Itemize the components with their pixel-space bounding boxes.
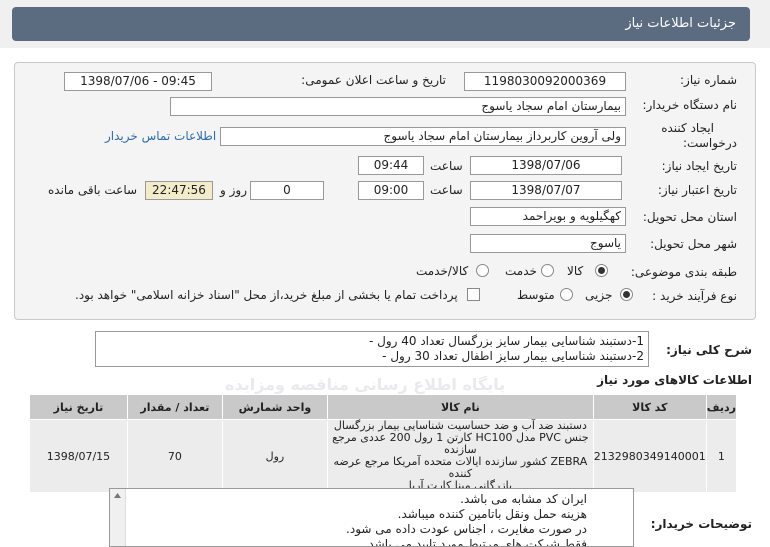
buyer-contact-link[interactable]: اطلاعات تماس خریدار xyxy=(105,129,216,143)
treasury-payment-note: پرداخت تمام یا بخشی از مبلغ خرید،از محل … xyxy=(75,288,458,302)
process-medium-label: متوسط xyxy=(517,288,555,302)
process-label: نوع فرآیند خرید : xyxy=(652,289,737,303)
row-number: 1 xyxy=(705,419,738,493)
col-name: نام کالا xyxy=(326,394,594,420)
col-row: ردیف xyxy=(705,394,738,420)
need-number-field: 1198030092000369 xyxy=(464,72,626,91)
province-field: کهگیلویه و بویراحمد xyxy=(470,207,626,226)
category-goods-label: کالا xyxy=(567,264,584,278)
goods-code: 2132980349140001 xyxy=(592,419,707,493)
created-time-field: 09:44 xyxy=(358,156,424,175)
validity-time-field: 09:00 xyxy=(358,181,424,200)
validity-time-label: ساعت xyxy=(430,183,463,197)
buyer-label: نام دستگاه خریدار: xyxy=(642,98,738,112)
goods-name-line-2: جنس PVC مدل HC100 کارتن 1 رول 200 عددی م… xyxy=(332,431,589,456)
buyer-notes-box: ایران کد مشابه می باشد. هزینه حمل ونقل ب… xyxy=(109,488,634,547)
created-date-field: 1398/07/06 xyxy=(470,156,622,175)
category-label: طبقه بندی موضوعی: xyxy=(630,265,737,279)
summary-label: شرح کلی نیاز: xyxy=(666,343,752,357)
process-radio-minor[interactable] xyxy=(620,288,633,301)
scroll-arrows-icon xyxy=(114,493,121,498)
process-minor-label: جزیی xyxy=(585,288,613,302)
city-field: یاسوج xyxy=(470,234,626,253)
city-label: شهر محل تحویل: xyxy=(650,237,737,251)
category-radio-goods[interactable] xyxy=(595,264,608,277)
goods-date: 1398/07/15 xyxy=(29,419,128,493)
category-service-label: خدمت xyxy=(505,264,537,278)
validity-date-field: 1398/07/07 xyxy=(470,181,622,200)
header-bar: جزئیات اطلاعات نیاز xyxy=(12,7,750,41)
col-code: کد کالا xyxy=(592,394,707,420)
goods-table: ردیف کد کالا نام کالا واحد شمارش تعداد /… xyxy=(29,394,738,493)
creator-label-2: درخواست: xyxy=(683,136,737,150)
validity-label: تاریخ اعتبار نیاز: xyxy=(657,183,737,197)
province-label: استان محل تحویل: xyxy=(642,210,737,224)
header: جزئیات اطلاعات نیاز xyxy=(0,0,770,48)
category-goods-service-label: کالا/خدمت xyxy=(416,264,469,278)
announce-field: 1398/07/06 - 09:45 xyxy=(64,72,212,91)
summary-line-1: 1-دستبند شناسایی بیمار سایز بزرگسال تعدا… xyxy=(368,334,644,348)
watermark-tagline: پایگاه اطلاع رسانی مناقصه ومزایده xyxy=(225,375,506,394)
notes-line-3: در صورت مغایرت ، اجناس عودت داده می شود. xyxy=(346,522,587,536)
page-title: جزئیات اطلاعات نیاز xyxy=(625,16,736,31)
summary-line-2: 2-دستبند شناسایی بیمار سایز اطفال تعداد … xyxy=(382,349,644,363)
announce-label: تاریخ و ساعت اعلان عمومی: xyxy=(301,73,446,87)
buyer-field: بیمارستان امام سجاد یاسوج xyxy=(170,97,626,116)
buyer-notes-label: توضیحات خریدار: xyxy=(650,517,752,531)
created-time-label: ساعت xyxy=(430,159,463,173)
goods-name: دستبند ضد آب و ضد حساسیت شناسایی بیمار ب… xyxy=(326,419,594,493)
notes-line-1: ایران کد مشابه می باشد. xyxy=(460,492,587,506)
days-field: 0 xyxy=(250,181,324,200)
treasury-payment-checkbox[interactable] xyxy=(467,288,480,301)
table-row: 1 2132980349140001 دستبند ضد آب و ضد حسا… xyxy=(29,419,738,493)
goods-qty: 70 xyxy=(126,419,223,493)
notes-line-2: هزینه حمل ونقل باتامین کننده میباشد. xyxy=(397,507,587,521)
col-date: تاریخ نیاز xyxy=(29,394,128,420)
creator-field: ولی آروین کاربرداز بیمارستان امام سجاد ی… xyxy=(220,127,626,146)
process-radio-medium[interactable] xyxy=(560,288,573,301)
category-radio-service[interactable] xyxy=(541,264,554,277)
goods-section-title: اطلاعات کالاهای مورد نیاز xyxy=(597,373,752,387)
notes-line-4: فقط شرکت های مرتبط مورد تایید می باشد. xyxy=(364,537,587,547)
notes-scrollbar[interactable] xyxy=(110,489,126,546)
need-number-label: شماره نیاز: xyxy=(680,73,737,87)
created-label: تاریخ ایجاد نیاز: xyxy=(661,159,737,173)
days-label: روز و xyxy=(220,183,247,197)
creator-label-1: ایجاد کننده xyxy=(661,121,714,135)
goods-unit: رول xyxy=(221,419,328,493)
category-radio-goods-service[interactable] xyxy=(476,264,489,277)
summary-box: 1-دستبند شناسایی بیمار سایز بزرگسال تعدا… xyxy=(95,331,649,367)
col-qty: تعداد / مقدار xyxy=(126,394,223,420)
remaining-time-field: 22:47:56 xyxy=(145,181,213,200)
col-unit: واحد شمارش xyxy=(221,394,328,420)
remaining-label: ساعت باقی مانده xyxy=(48,183,138,197)
goods-name-line-3: ZEBRA کشور سازنده ایالات متحده آمریکا مر… xyxy=(333,455,588,480)
